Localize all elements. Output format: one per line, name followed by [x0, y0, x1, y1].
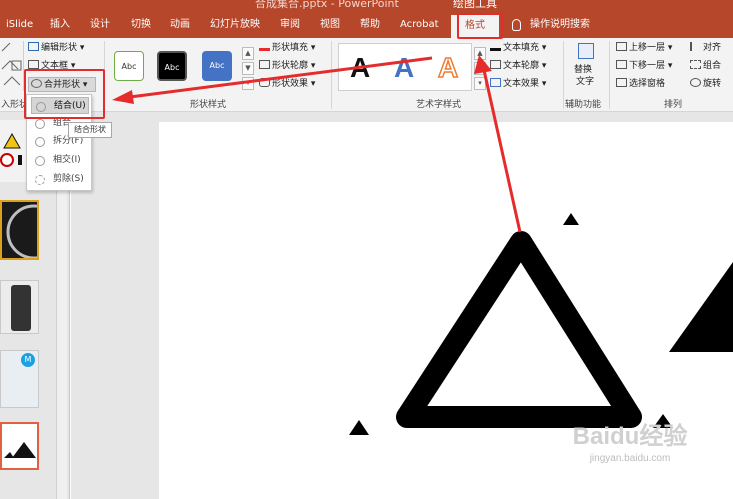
arrow-up-head-icon: [474, 55, 492, 74]
baidu-watermark: Baidu经验 jingyan.baidu.com: [560, 416, 700, 486]
watermark-logo: Baidu经验: [572, 423, 688, 450]
arrow-left-head-icon: [112, 90, 134, 104]
watermark-url: jingyan.baidu.com: [589, 453, 671, 464]
